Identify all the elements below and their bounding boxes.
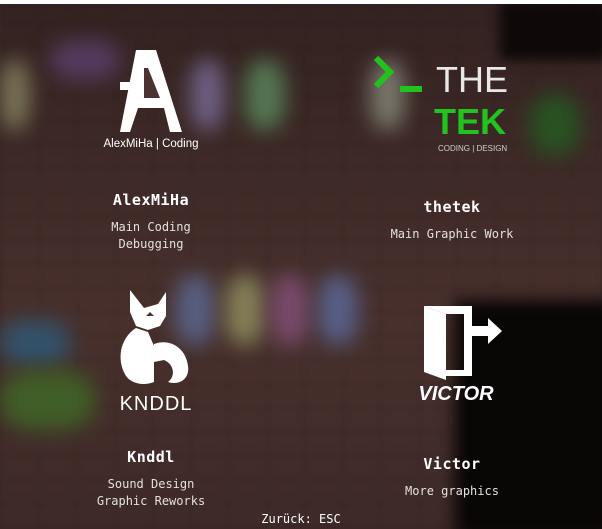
credit-role: Main Graphic Work xyxy=(390,227,514,241)
credit-role: More graphics xyxy=(405,484,499,498)
victor-door-logo: VICTOR xyxy=(418,306,502,405)
credit-role: Debugging xyxy=(118,237,184,251)
alexmiha-logo: AlexMiHa | Coding xyxy=(103,50,199,150)
credit-victor: Victor More graphics xyxy=(372,455,532,500)
credit-role: Sound Design xyxy=(107,477,195,491)
credit-thetek: thetek Main Graphic Work xyxy=(362,198,542,243)
credit-name: AlexMiHa xyxy=(112,191,190,209)
credit-alexmiha: AlexMiHa Main Coding Debugging xyxy=(70,191,232,253)
credit-role: Graphic Reworks xyxy=(96,494,206,508)
thetek-logo: THE TEK CODING | DESIGN xyxy=(373,55,508,153)
knddl-logo-text: KNDDL xyxy=(120,393,193,414)
thetek-logo-title-2: TEK xyxy=(434,101,506,142)
credit-name: Victor xyxy=(423,455,481,473)
thetek-logo-sub: CODING | DESIGN xyxy=(438,144,507,153)
credit-knddl: Knddl Sound Design Graphic Reworks xyxy=(70,448,232,510)
top-border xyxy=(0,0,602,4)
alexmiha-logo-text: AlexMiHa | Coding xyxy=(103,138,198,150)
credit-roles: Main Coding Debugging xyxy=(70,219,232,253)
credit-role: Main Coding xyxy=(111,220,191,234)
knddl-fox-logo: KNDDL xyxy=(120,290,193,414)
victor-logo-text: VICTOR xyxy=(418,383,494,405)
credit-roles: Main Graphic Work xyxy=(362,226,542,243)
credit-name: Knddl xyxy=(127,448,175,466)
back-hint[interactable]: Zurück: ESC xyxy=(0,512,602,526)
credits-screen: AlexMiHa | Coding THE TEK CODING | DESIG… xyxy=(0,0,602,529)
thetek-logo-title-1: THE xyxy=(436,59,508,100)
credit-roles: More graphics xyxy=(372,483,532,500)
credit-roles: Sound Design Graphic Reworks xyxy=(70,476,232,510)
credit-name: thetek xyxy=(423,198,481,216)
